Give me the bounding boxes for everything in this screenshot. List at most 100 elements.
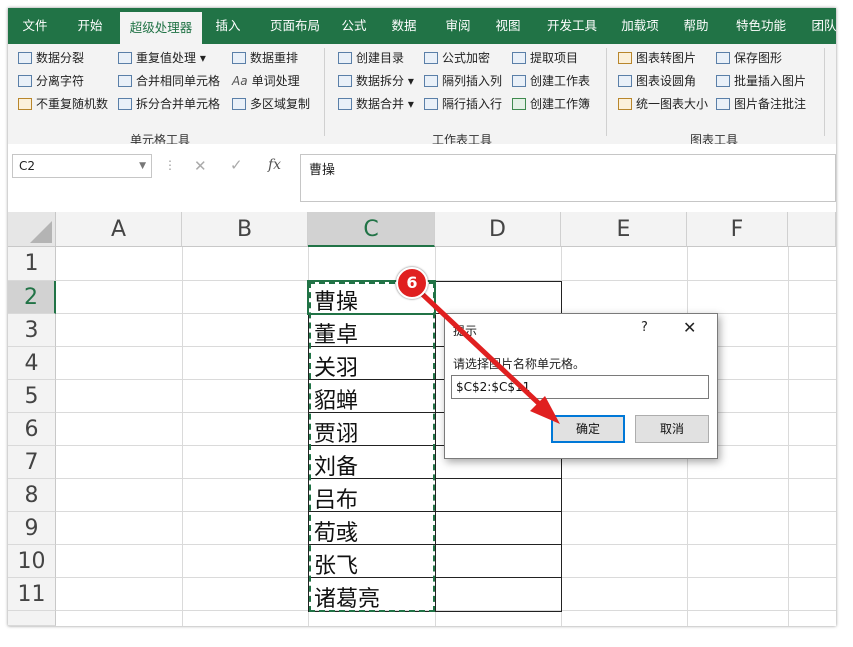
- column-header-d[interactable]: D: [435, 212, 561, 247]
- help-icon[interactable]: ?: [641, 320, 648, 335]
- unique-random-button[interactable]: 不重复随机数: [18, 94, 108, 114]
- formula-encrypt-button[interactable]: 公式加密: [424, 48, 490, 68]
- data-merge-button[interactable]: 数据合并 ▾: [338, 94, 414, 114]
- create-directory-button[interactable]: 创建目录: [338, 48, 404, 68]
- split-icon: [18, 52, 32, 64]
- dropdown-arrow-icon: ▾: [199, 51, 206, 65]
- separate-icon: [18, 75, 32, 87]
- row-header-6[interactable]: 6: [8, 413, 56, 446]
- cancel-button[interactable]: 取消: [635, 415, 709, 443]
- tab-file[interactable]: 文件: [12, 8, 58, 44]
- rearrange-icon: [232, 52, 246, 64]
- tab-team[interactable]: 团队: [804, 8, 836, 44]
- insert-function-icon[interactable]: fx: [268, 157, 281, 173]
- tab-addins[interactable]: 加载项: [612, 8, 668, 44]
- split-merged-cells-button[interactable]: 拆分合并单元格: [118, 94, 220, 114]
- step-badge: 6: [396, 267, 428, 299]
- insert-alternate-row-button[interactable]: 隔行插入行: [424, 94, 502, 114]
- create-worksheet-button[interactable]: 创建工作表: [512, 71, 590, 91]
- row-header-2[interactable]: 2: [8, 281, 56, 314]
- column-header-e[interactable]: E: [561, 212, 687, 247]
- chart-image-icon: [618, 52, 632, 64]
- group-separator: [606, 48, 607, 136]
- data-split-sheet-button[interactable]: 数据拆分 ▾: [338, 71, 414, 91]
- image-comment-button[interactable]: 图片备注批注: [716, 94, 806, 114]
- insert-images-icon: [716, 75, 730, 87]
- ribbon-tab-bar: 文件 开始 超级处理器 插入 页面布局 公式 数据 审阅 视图 开发工具 加载项…: [8, 8, 836, 44]
- more-icon: ⋮: [164, 158, 176, 172]
- row-header-10[interactable]: 10: [8, 545, 56, 578]
- merge-icon: [118, 75, 132, 87]
- chart-round-corner-button[interactable]: 图表设圆角: [618, 71, 696, 91]
- close-icon[interactable]: ✕: [683, 318, 696, 337]
- ok-button[interactable]: 确定: [551, 415, 625, 443]
- tab-review[interactable]: 审阅: [436, 8, 480, 44]
- formula-bar: C2 ▼ ⋮ ✕ ✓ fx 曹操: [8, 144, 836, 206]
- unify-chart-size-button[interactable]: 统一图表大小: [618, 94, 708, 114]
- insert-column-icon: [424, 75, 438, 87]
- dropdown-arrow-icon: ▾: [407, 74, 414, 88]
- dialog-prompt: 请选择图片名称单元格。: [453, 357, 586, 371]
- multi-area-copy-button[interactable]: 多区域复制: [232, 94, 310, 114]
- chart-size-icon: [618, 98, 632, 110]
- tab-page-layout[interactable]: 页面布局: [260, 8, 330, 44]
- chevron-down-icon[interactable]: ▼: [139, 155, 146, 177]
- tab-special-features[interactable]: 特色功能: [726, 8, 796, 44]
- encrypt-icon: [424, 52, 438, 64]
- extract-items-button[interactable]: 提取项目: [512, 48, 578, 68]
- batch-insert-images-button[interactable]: 批量插入图片: [716, 71, 806, 91]
- formula-input[interactable]: 曹操: [300, 154, 836, 202]
- prompt-dialog: 提示 ? ✕ 请选择图片名称单元格。 $C$2:$C$11 确定 取消: [444, 313, 718, 459]
- data-split-button[interactable]: 数据分裂: [18, 48, 84, 68]
- confirm-icon[interactable]: ✓: [230, 156, 243, 174]
- tab-data[interactable]: 数据: [382, 8, 426, 44]
- random-icon: [18, 98, 32, 110]
- tab-super-processor[interactable]: 超级处理器: [120, 12, 202, 44]
- duplicate-handling-button[interactable]: 重复值处理 ▾: [118, 48, 206, 68]
- round-corner-icon: [618, 75, 632, 87]
- row-header-9[interactable]: 9: [8, 512, 56, 545]
- row-header-3[interactable]: 3: [8, 314, 56, 347]
- row-header-12[interactable]: [8, 611, 56, 626]
- save-shape-button[interactable]: 保存图形: [716, 48, 782, 68]
- copy-icon: [232, 98, 246, 110]
- tab-help[interactable]: 帮助: [674, 8, 718, 44]
- range-border: [435, 281, 436, 612]
- insert-alternate-column-button[interactable]: 隔列插入列: [424, 71, 502, 91]
- select-all-corner[interactable]: [8, 212, 56, 247]
- tab-insert[interactable]: 插入: [206, 8, 250, 44]
- tab-developer[interactable]: 开发工具: [536, 8, 608, 44]
- excel-workbook-icon: [512, 98, 526, 110]
- separate-characters-button[interactable]: 分离字符: [18, 71, 84, 91]
- unmerge-icon: [118, 98, 132, 110]
- tab-formulas[interactable]: 公式: [334, 8, 374, 44]
- row-header-5[interactable]: 5: [8, 380, 56, 413]
- range-input[interactable]: $C$2:$C$11: [451, 375, 709, 399]
- excel-window: 文件 开始 超级处理器 插入 页面布局 公式 数据 审阅 视图 开发工具 加载项…: [8, 8, 836, 626]
- directory-icon: [338, 52, 352, 64]
- word-processing-button[interactable]: Aa 单词处理: [232, 71, 300, 91]
- row-header-1[interactable]: 1: [8, 247, 56, 281]
- tab-view[interactable]: 视图: [488, 8, 528, 44]
- chart-to-image-button[interactable]: 图表转图片: [618, 48, 696, 68]
- cancel-icon[interactable]: ✕: [194, 157, 207, 175]
- insert-row-icon: [424, 98, 438, 110]
- row-header-4[interactable]: 4: [8, 347, 56, 380]
- data-rearrange-button[interactable]: 数据重排: [232, 48, 298, 68]
- data-split-icon: [338, 75, 352, 87]
- column-header-a[interactable]: A: [56, 212, 182, 247]
- copy-marquee: [309, 282, 435, 612]
- column-header-f[interactable]: F: [687, 212, 788, 247]
- column-header-c[interactable]: C: [308, 212, 435, 247]
- column-header-b[interactable]: B: [182, 212, 308, 247]
- row-header-7[interactable]: 7: [8, 446, 56, 479]
- name-box[interactable]: C2 ▼: [12, 154, 152, 178]
- row-header-11[interactable]: 11: [8, 578, 56, 611]
- tab-home[interactable]: 开始: [66, 8, 114, 44]
- column-header-g[interactable]: [788, 212, 836, 247]
- image-comment-icon: [716, 98, 730, 110]
- create-workbook-button[interactable]: 创建工作簿: [512, 94, 590, 114]
- row-header-8[interactable]: 8: [8, 479, 56, 512]
- merge-same-cells-button[interactable]: 合并相同单元格: [118, 71, 220, 91]
- gridline: [182, 247, 183, 626]
